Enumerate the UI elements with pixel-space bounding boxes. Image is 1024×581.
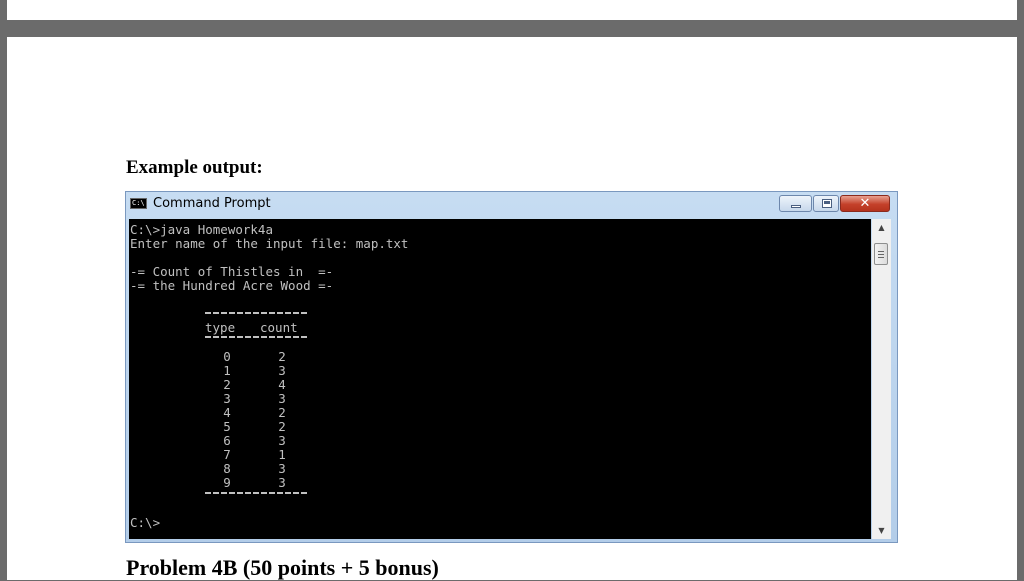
grip-line xyxy=(878,251,884,252)
minimize-icon xyxy=(791,205,801,208)
minimize-button[interactable] xyxy=(779,195,812,212)
grip-line xyxy=(878,257,884,258)
table-cell-type: 4 xyxy=(223,405,231,420)
table-cell-count: 2 xyxy=(278,349,286,364)
maximize-icon xyxy=(822,199,832,208)
table-cell-count: 4 xyxy=(278,377,286,392)
maximize-button[interactable] xyxy=(813,195,839,212)
table-cell-type: 0 xyxy=(223,349,231,364)
table-cell-type: 3 xyxy=(223,391,231,406)
scroll-thumb[interactable] xyxy=(874,243,888,265)
close-button[interactable]: ✕ xyxy=(840,195,890,212)
console-line-banner-2: -= the Hundred Acre Wood =- xyxy=(130,278,334,293)
example-output-heading: Example output: xyxy=(126,157,263,178)
table-top-rule xyxy=(205,312,307,314)
table-bottom-rule xyxy=(205,492,307,494)
table-cell-count: 1 xyxy=(278,447,286,462)
table-cell-type: 7 xyxy=(223,447,231,462)
close-icon: ✕ xyxy=(859,196,871,211)
table-cell-count: 3 xyxy=(278,475,286,490)
table-cell-count: 3 xyxy=(278,363,286,378)
console-prompt: C:\> xyxy=(130,515,161,530)
table-cell-count: 3 xyxy=(278,433,286,448)
console-output[interactable]: C:\>java Homework4a Enter name of the in… xyxy=(129,219,871,539)
table-header-rule xyxy=(205,336,307,338)
console-line-command: C:\>java Homework4a xyxy=(130,222,273,237)
problem-4b-heading: Problem 4B (50 points + 5 bonus) xyxy=(126,555,439,580)
console-line-banner-1: -= Count of Thistles in =- xyxy=(130,264,334,279)
table-cell-type: 1 xyxy=(223,363,231,378)
window-title: Command Prompt xyxy=(153,196,271,211)
scroll-down-icon[interactable]: ▼ xyxy=(872,522,891,539)
table-cell-type: 6 xyxy=(223,433,231,448)
vertical-scrollbar[interactable]: ▲ ▼ xyxy=(872,219,891,539)
table-cell-count: 2 xyxy=(278,405,286,420)
console-line-input-prompt: Enter name of the input file: map.txt xyxy=(130,236,409,251)
scroll-up-icon[interactable]: ▲ xyxy=(872,219,891,236)
table-cell-type: 9 xyxy=(223,475,231,490)
table-cell-type: 2 xyxy=(223,377,231,392)
title-bar[interactable]: C:\ Command Prompt ✕ xyxy=(126,192,897,217)
table-header-count: count xyxy=(260,320,298,335)
table-cell-count: 3 xyxy=(278,391,286,406)
previous-page-edge xyxy=(7,0,1017,20)
table-cell-count: 2 xyxy=(278,419,286,434)
table-cell-type: 8 xyxy=(223,461,231,476)
table-cell-count: 3 xyxy=(278,461,286,476)
grip-line xyxy=(878,254,884,255)
table-header-type: type xyxy=(205,320,236,335)
command-prompt-window[interactable]: C:\ Command Prompt ✕ C:\>java Homework4a… xyxy=(125,191,898,543)
table-cell-type: 5 xyxy=(223,419,231,434)
cmd-icon: C:\ xyxy=(130,198,147,209)
